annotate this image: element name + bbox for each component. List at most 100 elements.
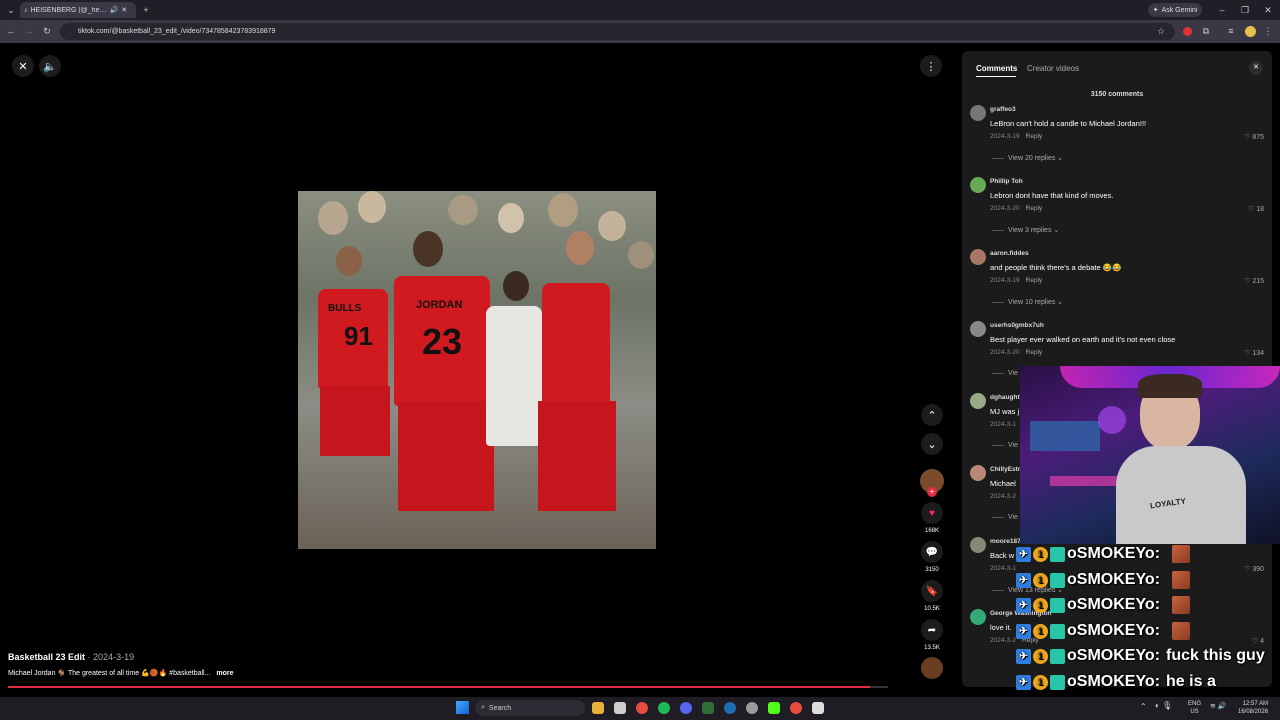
commenter-avatar[interactable] — [970, 321, 986, 337]
tray-icons[interactable]: ◐ 🎙 — [1155, 701, 1172, 710]
commenter-name[interactable]: graffeo3 — [990, 106, 1016, 113]
comment-likes[interactable]: ♡ 390 — [1244, 565, 1264, 573]
follow-plus-icon[interactable]: + — [927, 487, 937, 497]
comment-likes[interactable]: ♡ 18 — [1248, 205, 1264, 213]
commenter-name[interactable]: moore187 — [990, 538, 1021, 545]
heart-outline-icon[interactable]: ♡ — [1244, 566, 1250, 573]
browser-tab[interactable]: ♪ HEISENBERG (@_heisenb... 🔊 ✕ — [20, 2, 136, 18]
media-control-icon[interactable]: ≡ — [1224, 23, 1238, 39]
extensions-puzzle-icon[interactable]: ⧉ — [1199, 23, 1213, 39]
steam-icon[interactable] — [724, 702, 736, 714]
jersey-number: 91 — [344, 321, 373, 351]
restore-icon[interactable]: ❐ — [1237, 2, 1253, 18]
comment-bubble-icon[interactable]: 💬 — [921, 541, 943, 563]
comment-likes[interactable]: ♡ 215 — [1244, 277, 1264, 285]
commenter-name[interactable]: Phillip Toh — [990, 178, 1023, 185]
save-action[interactable]: 🔖 10.5K — [920, 580, 944, 612]
bookmark-icon[interactable]: 🔖 — [921, 580, 943, 602]
progress-bar[interactable] — [8, 686, 871, 688]
commenter-name[interactable]: dghaught — [990, 394, 1020, 401]
obs-icon[interactable] — [746, 702, 758, 714]
taskbar-search[interactable]: ⌕ Search — [475, 700, 585, 716]
spotify-icon[interactable] — [658, 702, 670, 714]
extension-icon[interactable] — [1183, 27, 1192, 36]
reply-button[interactable]: Reply — [1026, 349, 1043, 356]
close-panel-icon[interactable]: ✕ — [1249, 61, 1263, 75]
commenter-avatar[interactable] — [970, 393, 986, 409]
commenter-avatar[interactable] — [970, 609, 986, 625]
commenter-avatar[interactable] — [970, 249, 986, 265]
heart-outline-icon[interactable]: ♡ — [1252, 638, 1258, 645]
view-replies-button[interactable]: View 20 replies ⌄ — [992, 154, 1063, 162]
comment-text: Lebron dont have that kind of moves. — [990, 191, 1114, 200]
volume-icon[interactable]: 🔈 — [39, 55, 61, 77]
video-player[interactable]: 91 BULLS 23 JORDAN — [298, 191, 656, 549]
commenter-avatar[interactable] — [970, 465, 986, 481]
reply-button[interactable]: Reply — [1026, 205, 1043, 212]
creator-name[interactable]: Basketball 23 Edit — [8, 652, 85, 662]
commenter-avatar[interactable] — [970, 177, 986, 193]
reply-button[interactable]: Reply — [1026, 133, 1043, 140]
heart-outline-icon[interactable]: ♡ — [1248, 206, 1254, 213]
music-disc-icon[interactable] — [921, 657, 943, 679]
file-explorer-icon[interactable] — [592, 702, 604, 714]
ask-gemini-button[interactable]: ✦ Ask Gemini — [1148, 3, 1202, 17]
like-action[interactable]: ♥ 168K — [920, 502, 944, 534]
previous-video-chevron-up-icon[interactable]: ⌃ — [921, 404, 943, 426]
commenter-name[interactable]: aaron.fiddes — [990, 250, 1029, 257]
tab-close-icon[interactable]: ✕ — [121, 6, 127, 14]
view-replies-button[interactable]: Vie — [992, 514, 1018, 521]
next-video-chevron-down-icon[interactable]: ⌄ — [921, 433, 943, 455]
wifi-volume-icons[interactable]: ≋ 🔊 — [1210, 702, 1227, 710]
view-replies-button[interactable]: Vie — [992, 370, 1018, 377]
windows-start-icon[interactable] — [456, 701, 469, 714]
clock-date: 16/08/2026 — [1238, 709, 1269, 715]
chrome-icon[interactable] — [636, 702, 648, 714]
view-replies-button[interactable]: View 3 replies ⌄ — [992, 226, 1059, 234]
minimize-icon[interactable]: – — [1214, 2, 1230, 18]
view-replies-button[interactable]: Vie — [992, 442, 1018, 449]
language-indicator[interactable]: ENG US — [1188, 700, 1201, 716]
chat-message: ✈ 1 oSMOKEYo: — [1016, 571, 1191, 589]
comment-likes[interactable]: ♡ 875 — [1244, 133, 1264, 141]
commenter-avatar[interactable] — [970, 537, 986, 553]
tab-creator-videos[interactable]: Creator videos — [1027, 64, 1079, 73]
comment-likes[interactable]: ♡ 134 — [1244, 349, 1264, 357]
notepad-icon[interactable] — [614, 702, 626, 714]
commenter-name[interactable]: ChillyEstr — [990, 466, 1020, 473]
more-link[interactable]: more — [216, 670, 233, 677]
forward-arrow-icon[interactable]: → — [22, 23, 36, 39]
window-close-icon[interactable]: ✕ — [1260, 2, 1276, 18]
view-replies-button[interactable]: View 10 replies ⌄ — [992, 298, 1063, 306]
discord-icon[interactable] — [680, 702, 692, 714]
reload-icon[interactable]: ↻ — [40, 23, 54, 39]
kick-icon[interactable] — [768, 702, 780, 714]
commenter-name[interactable]: userhs0gmbx7uh — [990, 322, 1044, 329]
clock[interactable]: 12:57 AM 16/08/2026 — [1238, 700, 1268, 716]
commenter-avatar[interactable] — [970, 105, 986, 121]
heart-outline-icon[interactable]: ♡ — [1244, 134, 1250, 141]
share-action[interactable]: ➦ 13.5K — [920, 619, 944, 651]
close-video-icon[interactable]: ✕ — [12, 55, 34, 77]
tab-audio-icon[interactable]: 🔊 — [110, 6, 119, 14]
terminal-icon[interactable] — [702, 702, 714, 714]
share-arrow-icon[interactable]: ➦ — [921, 619, 943, 641]
tab-comments[interactable]: Comments — [976, 64, 1017, 73]
app-icon[interactable] — [812, 702, 824, 714]
heart-outline-icon[interactable]: ♡ — [1244, 350, 1250, 357]
tab-list-chevron-icon[interactable]: ⌄ — [4, 2, 18, 18]
back-arrow-icon[interactable]: ← — [4, 23, 18, 39]
comment-likes[interactable]: ♡ 4 — [1252, 637, 1264, 645]
bookmark-star-icon[interactable]: ☆ — [1154, 23, 1168, 39]
comment-action[interactable]: 💬 3150 — [920, 541, 944, 573]
browser-menu-icon[interactable]: ⋮ — [1262, 23, 1274, 39]
more-options-icon[interactable]: ⋮ — [920, 55, 942, 77]
profile-avatar[interactable] — [1245, 26, 1256, 37]
heart-icon[interactable]: ♥ — [921, 502, 943, 524]
heart-outline-icon[interactable]: ♡ — [1244, 278, 1250, 285]
reply-button[interactable]: Reply — [1026, 277, 1043, 284]
tray-chevron-icon[interactable]: ⌃ — [1140, 702, 1147, 711]
new-tab-plus-icon[interactable]: + — [140, 2, 152, 18]
chrome-active-icon[interactable] — [790, 702, 802, 714]
url-field[interactable]: tiktok.com/@basketball_23_edit_/video/73… — [60, 23, 1175, 40]
